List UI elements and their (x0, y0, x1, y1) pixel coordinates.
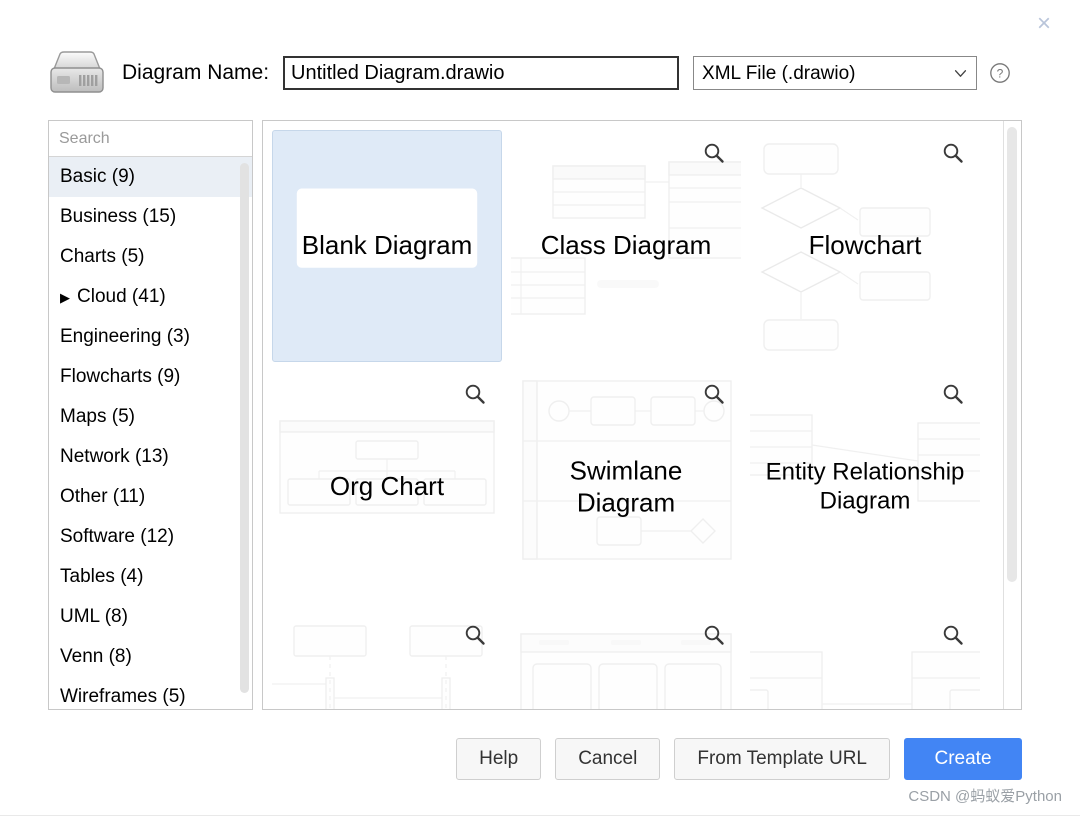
template-grid: Blank Diagram Class Diagram Flowchart Or… (263, 121, 1008, 709)
sidebar-scrollbar-thumb[interactable] (240, 163, 249, 693)
search-row (49, 121, 252, 157)
sidebar-item-charts[interactable]: Charts (5) (49, 237, 252, 277)
sidebar-item-label: Engineering (3) (60, 326, 190, 347)
svg-text:?: ? (997, 67, 1004, 81)
sidebar-item-uml[interactable]: UML (8) (49, 597, 252, 637)
sidebar-item-flowcharts[interactable]: Flowcharts (9) (49, 357, 252, 397)
sidebar-item-other[interactable]: Other (11) (49, 477, 252, 517)
file-type-dropdown-wrap: XML File (.drawio) (693, 56, 978, 90)
hard-disk-icon (50, 51, 104, 93)
create-button[interactable]: Create (904, 738, 1022, 780)
sidebar-item-label: Cloud (41) (77, 286, 166, 307)
dialog-footer: Help Cancel From Template URL Create (0, 735, 1080, 783)
magnifier-icon[interactable] (942, 383, 964, 405)
magnifier-icon[interactable] (703, 142, 725, 164)
sidebar-item-label: Network (13) (60, 446, 169, 467)
sidebar-item-label: Tables (4) (60, 566, 144, 587)
question-mark-icon[interactable]: ? (989, 62, 1011, 84)
template-preview (511, 371, 741, 603)
magnifier-icon[interactable] (703, 383, 725, 405)
template-preview (750, 371, 980, 603)
watermark: CSDN @蚂蚁爱Python (908, 788, 1062, 805)
magnifier-icon[interactable] (942, 624, 964, 646)
template-card-sequence[interactable]: Sequence (272, 612, 502, 709)
from-template-url-button[interactable]: From Template URL (674, 738, 890, 780)
magnifier-icon[interactable] (703, 624, 725, 646)
template-scrollbar-thumb[interactable] (1007, 127, 1017, 582)
category-sidebar: Basic (9) Business (15) Charts (5) ▶ Cloud (… (48, 120, 253, 710)
template-card-org-chart[interactable]: Org Chart (272, 371, 502, 603)
search-input[interactable] (57, 128, 252, 149)
template-card-swimlane-diagram[interactable]: Swimlane Diagram (511, 371, 741, 603)
template-card-class-diagram[interactable]: Class Diagram (511, 130, 741, 362)
sidebar-item-label: Maps (5) (60, 406, 135, 427)
diagram-name-label: Diagram Name: (122, 61, 270, 84)
diagram-name-input[interactable] (283, 56, 680, 90)
sidebar-item-wireframes[interactable]: Wireframes (5) (49, 677, 252, 709)
category-list[interactable]: Basic (9) Business (15) Charts (5) ▶ Cloud (… (49, 157, 252, 709)
template-card-cross[interactable]: Cross- (750, 612, 980, 709)
sidebar-item-basic[interactable]: Basic (9) (49, 157, 252, 197)
sidebar-item-label: Other (11) (60, 486, 146, 507)
template-card-flowchart[interactable]: Flowchart (750, 130, 980, 362)
template-preview (272, 371, 502, 603)
sidebar-item-label: Charts (5) (60, 246, 145, 267)
close-icon[interactable]: × (1030, 10, 1058, 38)
template-preview (511, 130, 741, 362)
template-card-simple[interactable]: Simple (511, 612, 741, 709)
help-button[interactable]: Help (456, 738, 542, 780)
template-preview (750, 130, 980, 362)
sidebar-item-label: Flowcharts (9) (60, 366, 181, 387)
template-panel: Blank Diagram Class Diagram Flowchart Or… (262, 120, 1022, 710)
sidebar-item-software[interactable]: Software (12) (49, 517, 252, 557)
dialog-header: Diagram Name: XML File (.drawio) ? (0, 40, 1080, 106)
sidebar-item-label: UML (8) (60, 606, 128, 627)
template-card-blank-diagram[interactable]: Blank Diagram (272, 130, 502, 362)
template-scrollbar-track[interactable] (1003, 121, 1021, 709)
new-diagram-dialog: × Diagram Name: Untitled Diagram.drawio … (0, 0, 1080, 816)
sidebar-item-tables[interactable]: Tables (4) (49, 557, 252, 597)
magnifier-icon[interactable] (942, 142, 964, 164)
sidebar-item-label: Business (15) (60, 206, 177, 227)
sidebar-item-engineering[interactable]: Engineering (3) (49, 317, 252, 357)
magnifier-icon[interactable] (464, 624, 486, 646)
sidebar-item-venn[interactable]: Venn (8) (49, 637, 252, 677)
expand-triangle-icon[interactable]: ▶ (60, 291, 70, 304)
file-type-select[interactable]: XML File (.drawio) (693, 56, 978, 90)
cancel-button[interactable]: Cancel (555, 738, 661, 780)
sidebar-item-business[interactable]: Business (15) (49, 197, 252, 237)
magnifier-icon[interactable] (464, 383, 486, 405)
sidebar-item-label: Software (12) (60, 526, 175, 547)
sidebar-item-cloud[interactable]: ▶ Cloud (41) (49, 277, 252, 317)
template-preview (273, 131, 501, 361)
template-card-entity-relationship-diagram[interactable]: Entity Relationship Diagram (750, 371, 980, 603)
sidebar-item-network[interactable]: Network (13) (49, 437, 252, 477)
sidebar-item-label: Basic (9) (60, 166, 135, 187)
sidebar-item-label: Wireframes (5) (60, 686, 186, 707)
sidebar-item-label: Venn (8) (60, 646, 132, 667)
sidebar-item-maps[interactable]: Maps (5) (49, 397, 252, 437)
